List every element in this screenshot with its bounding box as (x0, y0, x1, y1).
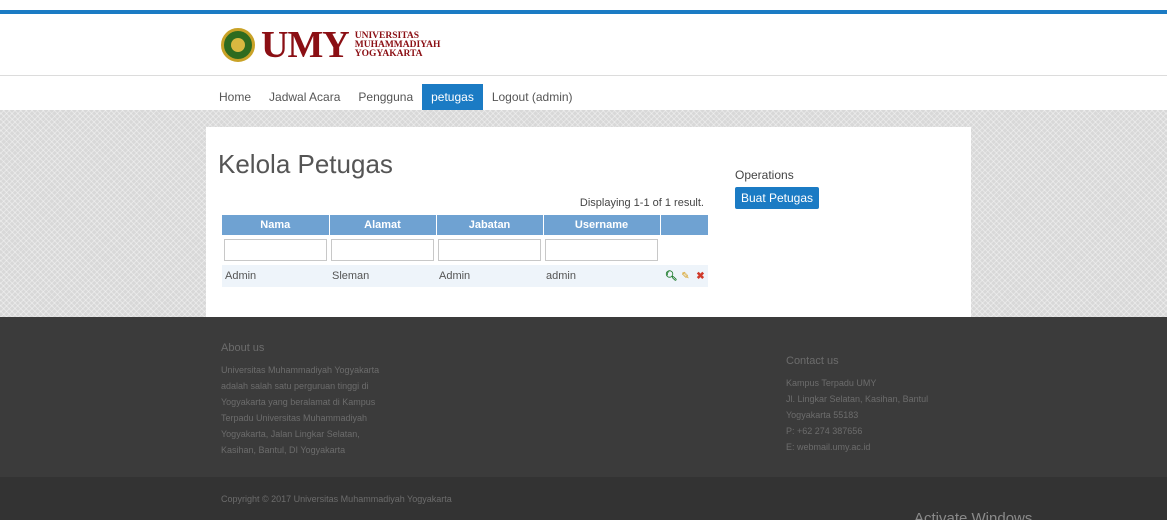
about-us-text: Universitas Muhammadiyah Yogyakarta adal… (221, 365, 380, 455)
nav-item-jadwal-acara[interactable]: Jadwal Acara (260, 84, 349, 110)
page-title: Kelola Petugas (218, 149, 393, 179)
filter-jabatan-input[interactable] (438, 239, 541, 261)
umy-seal-icon (221, 28, 255, 62)
filter-nama-input[interactable] (224, 239, 327, 261)
content-background: Kelola Petugas Displaying 1-1 of 1 resul… (0, 110, 1167, 317)
nav-item-logout[interactable]: Logout (admin) (483, 84, 582, 110)
filter-username-input[interactable] (545, 239, 658, 261)
contact-us-heading: Contact us (786, 355, 839, 367)
buat-petugas-button[interactable]: Buat Petugas (735, 187, 819, 209)
contact-us-text: Kampus Terpadu UMY Jl. Lingkar Selatan, … (786, 378, 929, 452)
about-us-heading: About us (221, 342, 265, 354)
nav-item-petugas[interactable]: petugas (422, 84, 483, 110)
delete-icon[interactable]: ✖ (695, 271, 706, 282)
filter-row (222, 235, 708, 265)
cell-nama: Admin (222, 265, 329, 287)
content-panel: Kelola Petugas Displaying 1-1 of 1 resul… (206, 127, 971, 317)
column-header-nama[interactable]: Nama (222, 215, 330, 235)
cell-alamat: Sleman (329, 265, 436, 287)
table-row: Admin Sleman Admin admin 🔍︎ ✎ ✖ (222, 265, 708, 287)
column-header-alamat[interactable]: Alamat (329, 215, 437, 235)
copyright-text: Copyright © 2017 Universitas Muhammadiya… (221, 494, 452, 504)
cell-jabatan: Admin (436, 265, 543, 287)
umy-logo[interactable]: UMY UNIVERSITAS MUHAMMADIYAH YOGYAKARTA (221, 24, 440, 66)
edit-icon[interactable]: ✎ (680, 271, 691, 282)
filter-alamat-input[interactable] (331, 239, 434, 261)
petugas-table: Nama Alamat Jabatan Username Admin Slema… (222, 215, 709, 287)
main-nav: Home Jadwal Acara Pengguna petugas Logou… (0, 77, 1167, 110)
column-header-jabatan[interactable]: Jabatan (436, 215, 544, 235)
copyright-bar: Copyright © 2017 Universitas Muhammadiya… (0, 477, 1167, 520)
site-footer: About us Universitas Muhammadiyah Yogyak… (0, 317, 1167, 477)
row-actions: 🔍︎ ✎ ✖ (660, 265, 708, 287)
logo-wordmark: UMY (261, 24, 350, 66)
logo-subtitle: UNIVERSITAS MUHAMMADIYAH YOGYAKARTA (354, 30, 441, 59)
column-header-username[interactable]: Username (543, 215, 661, 235)
cell-username: admin (543, 265, 660, 287)
nav-item-pengguna[interactable]: Pengguna (349, 84, 422, 110)
view-icon[interactable]: 🔍︎ (665, 271, 678, 282)
results-summary: Displaying 1-1 of 1 result. (579, 197, 704, 209)
nav-item-home[interactable]: Home (210, 84, 260, 110)
site-header: UMY UNIVERSITAS MUHAMMADIYAH YOGYAKARTA (0, 14, 1167, 76)
column-header-actions (660, 215, 709, 235)
operations-title: Operations (735, 168, 794, 182)
activate-windows-watermark: Activate Windows (914, 510, 1033, 520)
table-header-row: Nama Alamat Jabatan Username (222, 215, 709, 235)
